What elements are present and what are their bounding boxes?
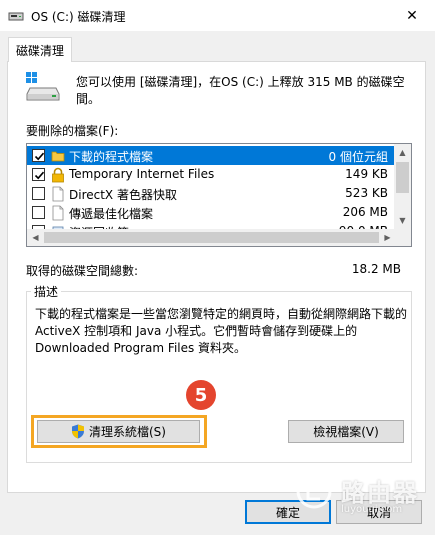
checkbox[interactable] (32, 206, 45, 219)
scroll-up-icon[interactable]: ▲ (394, 144, 411, 161)
file-name: 傳遞最佳化檔案 (69, 207, 154, 221)
tab-disk-cleanup[interactable]: 磁碟清理 (8, 37, 73, 62)
description-text: 下載的程式檔案是一些當您瀏覽特定的網頁時，自動從網際網路下載的 ActiveX … (35, 307, 408, 355)
file-icon (52, 186, 64, 202)
step-badge: 5 (186, 380, 216, 410)
scroll-thumb[interactable] (44, 232, 379, 243)
folder-icon (51, 151, 65, 162)
checkbox[interactable] (32, 187, 45, 200)
list-item[interactable]: DirectX 著色器快取 523 KB (27, 184, 396, 203)
scroll-thumb[interactable] (396, 162, 409, 193)
description-legend: 描述 (31, 283, 62, 300)
file-size: 149 KB (345, 167, 388, 181)
scroll-down-icon[interactable]: ▼ (394, 212, 411, 229)
title-bar: OS (C:) 磁碟清理 ✕ (0, 0, 435, 31)
file-icon (52, 205, 64, 221)
file-name: Temporary Internet Files (69, 167, 215, 181)
tab-panel: 您可以使用 [磁碟清理]，在OS (C:) 上釋放 315 MB 的磁碟空間。 … (7, 61, 426, 493)
disk-cleanup-icon (8, 12, 24, 21)
lock-icon (52, 167, 64, 183)
scroll-left-icon[interactable]: ◀ (27, 229, 44, 246)
file-name: 下載的程式檔案 (69, 150, 154, 164)
scrollbar-corner (394, 229, 411, 246)
clean-system-files-label: 清理系統檔(S) (89, 425, 166, 439)
info-text: 您可以使用 [磁碟清理]，在OS (C:) 上釋放 315 MB 的磁碟空間。 (76, 75, 405, 106)
window-title: OS (C:) 磁碟清理 (31, 10, 126, 24)
watermark-text: 路由器 (341, 479, 419, 507)
checkbox[interactable] (32, 168, 45, 181)
total-space-label: 取得的磁碟空間總數: (26, 264, 139, 278)
watermark: 路由器 luyouqi.com (295, 470, 435, 528)
total-space-value: 18.2 MB (351, 262, 401, 276)
list-item[interactable]: 傳遞最佳化檔案 206 MB (27, 203, 396, 222)
file-name: DirectX 著色器快取 (69, 188, 177, 202)
clean-system-files-button[interactable]: 清理系統檔(S) (37, 420, 200, 443)
file-size: 0 個位元組 (328, 150, 388, 164)
close-button[interactable]: ✕ (389, 0, 435, 31)
file-size: 206 MB (342, 205, 388, 219)
file-size: 523 KB (345, 186, 388, 200)
horizontal-scrollbar[interactable]: ◀ ▶ (27, 229, 396, 246)
drive-icon (26, 72, 60, 101)
view-files-button[interactable]: 檢視檔案(V) (288, 420, 404, 443)
watermark-url: luyouqi.com (341, 504, 403, 515)
uac-shield-icon (72, 424, 84, 439)
close-icon: ✕ (406, 7, 418, 24)
files-listbox[interactable]: 下載的程式檔案 0 個位元組 Temporary Internet Files … (26, 143, 412, 247)
checkbox[interactable] (32, 149, 45, 162)
list-item[interactable]: 下載的程式檔案 0 個位元組 (27, 146, 396, 165)
files-to-delete-label: 要刪除的檔案(F): (26, 124, 119, 138)
list-item[interactable]: Temporary Internet Files 149 KB (27, 165, 396, 184)
router-logo-icon (296, 473, 332, 509)
vertical-scrollbar[interactable]: ▲ ▼ (394, 144, 411, 229)
